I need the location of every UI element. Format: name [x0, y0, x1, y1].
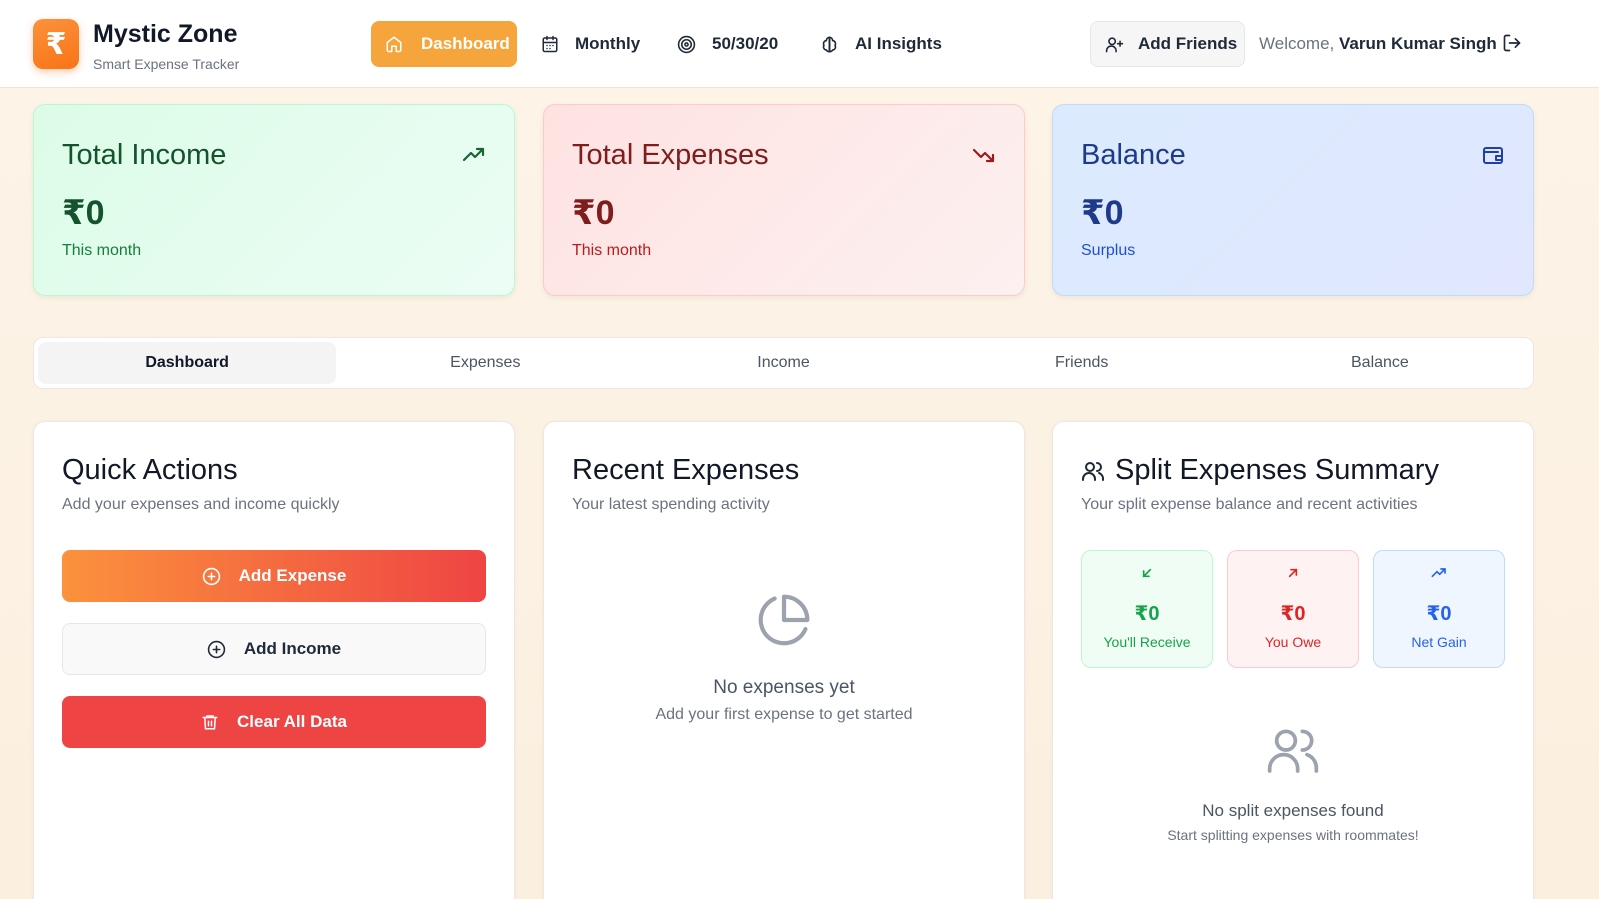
- tab-friends[interactable]: Friends: [933, 342, 1231, 384]
- wallet-icon: [1481, 143, 1505, 172]
- tab-expenses[interactable]: Expenses: [336, 342, 634, 384]
- brain-icon: [822, 36, 837, 52]
- nav-budget-rule-button[interactable]: 50/30/20: [677, 21, 778, 67]
- tab-income[interactable]: Income: [634, 342, 932, 384]
- trash-icon: [202, 715, 218, 730]
- add-friends-label: Add Friends: [1138, 34, 1238, 53]
- you-owe-card: ₹0 You Owe: [1227, 550, 1359, 668]
- clear-all-data-button[interactable]: Clear All Data: [62, 696, 486, 748]
- add-expense-button[interactable]: Add Expense: [62, 550, 486, 602]
- trending-up-icon: [1374, 565, 1504, 581]
- you-owe-label: You Owe: [1264, 634, 1322, 650]
- no-expenses-title: No expenses yet: [713, 677, 855, 698]
- welcome-prefix: Welcome,: [1259, 34, 1335, 53]
- plus-circle-icon: [202, 567, 220, 585]
- quick-actions-subtitle: Add your expenses and income quickly: [62, 496, 340, 513]
- plus-circle-icon: [207, 640, 226, 658]
- total-expenses-card: Total Expenses ₹0 This month: [543, 104, 1025, 296]
- split-expenses-panel: Split Expenses Summary Your split expens…: [1052, 421, 1534, 899]
- top-header: ₹ Mystic Zone Smart Expense Tracker Dash…: [0, 0, 1599, 88]
- you-owe-value: ₹0: [1280, 603, 1306, 625]
- no-split-expenses-title: No split expenses found: [1202, 801, 1384, 820]
- total-expenses-sub: This month: [572, 242, 652, 259]
- net-gain-value: ₹0: [1426, 603, 1452, 625]
- balance-card: Balance ₹0 Surplus: [1052, 104, 1534, 296]
- add-income-label: Add Income: [243, 639, 342, 658]
- recent-expenses-title: Recent Expenses: [572, 454, 800, 486]
- no-split-expenses-subtitle: Start splitting expenses with roommates!: [1167, 827, 1419, 843]
- total-expenses-value: ₹0: [572, 194, 615, 232]
- add-friends-button[interactable]: Add Friends: [1090, 21, 1245, 67]
- you-receive-card: ₹0 You'll Receive: [1081, 550, 1213, 668]
- users-icon: [1082, 461, 1104, 481]
- total-income-title: Total Income: [62, 139, 227, 171]
- you-receive-value: ₹0: [1134, 603, 1160, 625]
- trending-up-icon: [462, 143, 486, 172]
- nav-ai-insights-button[interactable]: AI Insights: [820, 21, 942, 67]
- you-receive-label: You'll Receive: [1103, 634, 1191, 650]
- main-tabs: Dashboard Expenses Income Friends Balanc…: [33, 337, 1534, 389]
- clear-all-data-label: Clear All Data: [237, 712, 347, 731]
- split-expenses-title: Split Expenses Summary: [1115, 454, 1439, 486]
- balance-title: Balance: [1081, 139, 1186, 171]
- brand-title: Mystic Zone: [93, 20, 238, 48]
- balance-sub: Surplus: [1081, 242, 1136, 259]
- add-expense-label: Add Expense: [238, 566, 347, 585]
- rupee-logo-icon: ₹: [33, 19, 79, 69]
- target-icon: [677, 35, 696, 53]
- tab-dashboard[interactable]: Dashboard: [38, 342, 337, 384]
- nav-dashboard-label: Dashboard: [421, 34, 510, 53]
- quick-actions-panel: Quick Actions Add your expenses and inco…: [33, 421, 515, 899]
- add-income-button[interactable]: Add Income: [62, 623, 486, 675]
- tab-balance[interactable]: Balance: [1231, 342, 1529, 384]
- balance-value: ₹0: [1081, 194, 1124, 232]
- arrow-down-left-icon: [1082, 565, 1212, 581]
- brand-subtitle: Smart Expense Tracker: [93, 56, 240, 72]
- total-expenses-title: Total Expenses: [572, 139, 769, 171]
- recent-expenses-subtitle: Your latest spending activity: [572, 496, 770, 513]
- total-income-sub: This month: [62, 242, 142, 259]
- user-name: Varun Kumar Singh: [1339, 34, 1497, 53]
- nav-dashboard-button[interactable]: Dashboard: [371, 21, 517, 67]
- no-expenses-subtitle: Add your first expense to get started: [655, 706, 913, 723]
- nav-ai-insights-label: AI Insights: [855, 34, 942, 53]
- split-expenses-subtitle: Your split expense balance and recent ac…: [1081, 496, 1418, 513]
- recent-expenses-panel: Recent Expenses Your latest spending act…: [543, 421, 1025, 899]
- welcome-text: Welcome, Varun Kumar Singh: [1259, 34, 1497, 54]
- logout-icon[interactable]: [1502, 33, 1522, 58]
- user-plus-icon: [1105, 36, 1124, 52]
- users-empty-icon: [1265, 722, 1321, 783]
- nav-monthly-button[interactable]: Monthly: [541, 21, 640, 67]
- arrow-up-right-icon: [1228, 565, 1358, 581]
- split-title-row: Split Expenses Summary: [1081, 454, 1439, 487]
- calendar-icon: [542, 35, 558, 53]
- net-gain-label: Net Gain: [1411, 634, 1467, 650]
- home-icon: [386, 36, 402, 53]
- quick-actions-title: Quick Actions: [62, 454, 238, 486]
- total-income-value: ₹0: [62, 194, 105, 232]
- net-gain-card: ₹0 Net Gain: [1373, 550, 1505, 668]
- trending-down-icon: [972, 143, 996, 172]
- total-income-card: Total Income ₹0 This month: [33, 104, 515, 296]
- nav-budget-rule-label: 50/30/20: [712, 34, 779, 53]
- pie-chart-icon: [756, 592, 812, 653]
- nav-monthly-label: Monthly: [575, 34, 641, 53]
